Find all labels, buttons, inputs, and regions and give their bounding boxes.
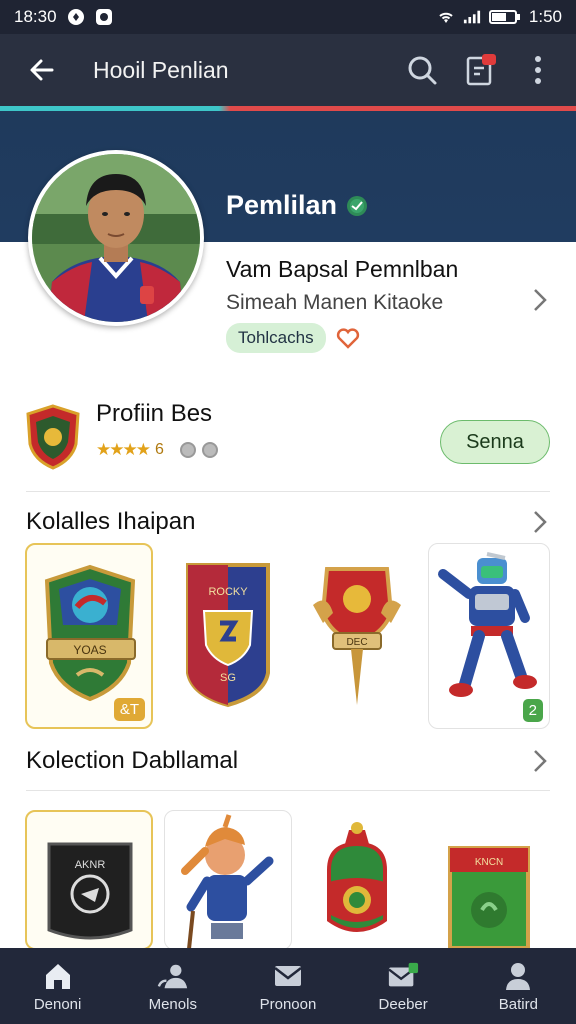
back-button[interactable] [17, 45, 67, 95]
divider [26, 790, 550, 791]
collection-card[interactable]: DEC [293, 543, 421, 729]
star-rating-icon: ★★★★ [96, 440, 151, 459]
app-notification-icon [95, 8, 113, 26]
signal-icon [463, 8, 481, 26]
notification-icon [67, 8, 85, 26]
chevron-right-icon[interactable] [530, 286, 550, 314]
lantern-item-icon [327, 822, 387, 932]
coin-icon [201, 442, 218, 458]
nav-item-profile[interactable]: Batird [468, 960, 568, 1013]
black-shield-icon: AKNR [47, 842, 133, 940]
banner-name: Pemlilan [226, 190, 369, 221]
status-time: 18:30 [14, 7, 57, 26]
people-icon [157, 960, 189, 992]
more-options-button[interactable] [516, 48, 560, 92]
search-icon [408, 56, 437, 85]
search-button[interactable] [400, 48, 444, 92]
person-icon [502, 960, 534, 992]
nav-label: Denoni [33, 995, 82, 1013]
svg-text:KNCN: KNCN [475, 857, 503, 868]
divider [26, 491, 550, 492]
heart-icon[interactable] [336, 327, 360, 349]
section-title-collection-2: Kolection Dabllamal [26, 747, 239, 774]
card-badge: &T [113, 698, 145, 721]
green-shield-icon: KNCN [448, 846, 530, 948]
nav-label: Menols [148, 995, 197, 1013]
bottom-navigation: Denoni Menols Pronoon Deeber Batird [0, 948, 576, 1024]
coin-icon [179, 442, 196, 458]
rating-value: 6 [154, 441, 164, 458]
nav-label: Batird [498, 995, 538, 1013]
status-bar: 18:30 1:50 [0, 0, 576, 34]
trophy-emblem-icon [313, 567, 401, 705]
envelope-icon [272, 960, 304, 992]
profile-tag[interactable]: Tohlcachs [226, 323, 326, 353]
svg-text:AKNR: AKNR [75, 859, 106, 871]
rating: ★★★★ 6 [96, 440, 218, 460]
more-vertical-icon [535, 56, 541, 84]
screen: 18:30 1:50 Hooil Penlian Pemlilan Vam Ba… [0, 0, 576, 1024]
page-title: Hooil Penlian [93, 56, 229, 83]
notification-badge [482, 54, 496, 65]
collection-card[interactable]: YOAS &T [25, 543, 153, 729]
profile-info[interactable]: Vam Bapsal Pemnlban Simeah Manen Kitaoke… [226, 256, 546, 353]
chevron-right-icon[interactable] [530, 747, 550, 775]
section-title-collections: Kolalles Ihaipan [26, 508, 196, 535]
nav-item-friends[interactable]: Menols [123, 960, 223, 1013]
collection-card[interactable]: KNCN [428, 810, 550, 950]
status-time-right: 1:50 [528, 7, 562, 26]
mail-badge-icon [387, 960, 419, 992]
collection-card[interactable]: ROCKY SG [164, 543, 292, 729]
best-title: Profiin Bes [96, 400, 213, 427]
app-bar: Hooil Penlian [0, 34, 576, 106]
nav-item-home[interactable]: Denoni [8, 960, 108, 1013]
profile-best-row: Profiin Bes ★★★★ 6 Senna [0, 390, 576, 490]
profile-name: Vam Bapsal Pemnlban [226, 256, 459, 282]
collection-card[interactable] [293, 810, 421, 950]
arrow-left-icon [30, 59, 54, 81]
avatar[interactable] [28, 150, 204, 326]
player-photo [32, 154, 200, 322]
send-button[interactable]: Senna [440, 420, 550, 464]
profile-subtitle: Simeah Manen Kitaoke [226, 291, 444, 314]
wifi-icon [437, 8, 455, 26]
collection-card[interactable]: 2 [428, 543, 550, 729]
verified-badge-icon [347, 195, 368, 216]
home-icon [42, 960, 74, 992]
club-shield-icon [26, 404, 80, 470]
collection-card[interactable] [164, 810, 292, 950]
battery-icon [488, 8, 521, 26]
nav-label: Pronoon [259, 995, 317, 1013]
nav-label: Deeber [378, 995, 428, 1013]
notifications-button[interactable] [458, 48, 502, 92]
banner-name-text: Pemlilan [226, 190, 338, 220]
nav-item-inbox[interactable]: Deeber [353, 960, 453, 1013]
shield-item-icon [186, 563, 270, 708]
character-figure-icon [181, 814, 274, 949]
card-badge: 2 [522, 699, 543, 722]
chevron-right-icon[interactable] [530, 508, 550, 536]
collection-card[interactable]: AKNR [25, 810, 153, 950]
nav-item-messages[interactable]: Pronoon [238, 960, 338, 1013]
